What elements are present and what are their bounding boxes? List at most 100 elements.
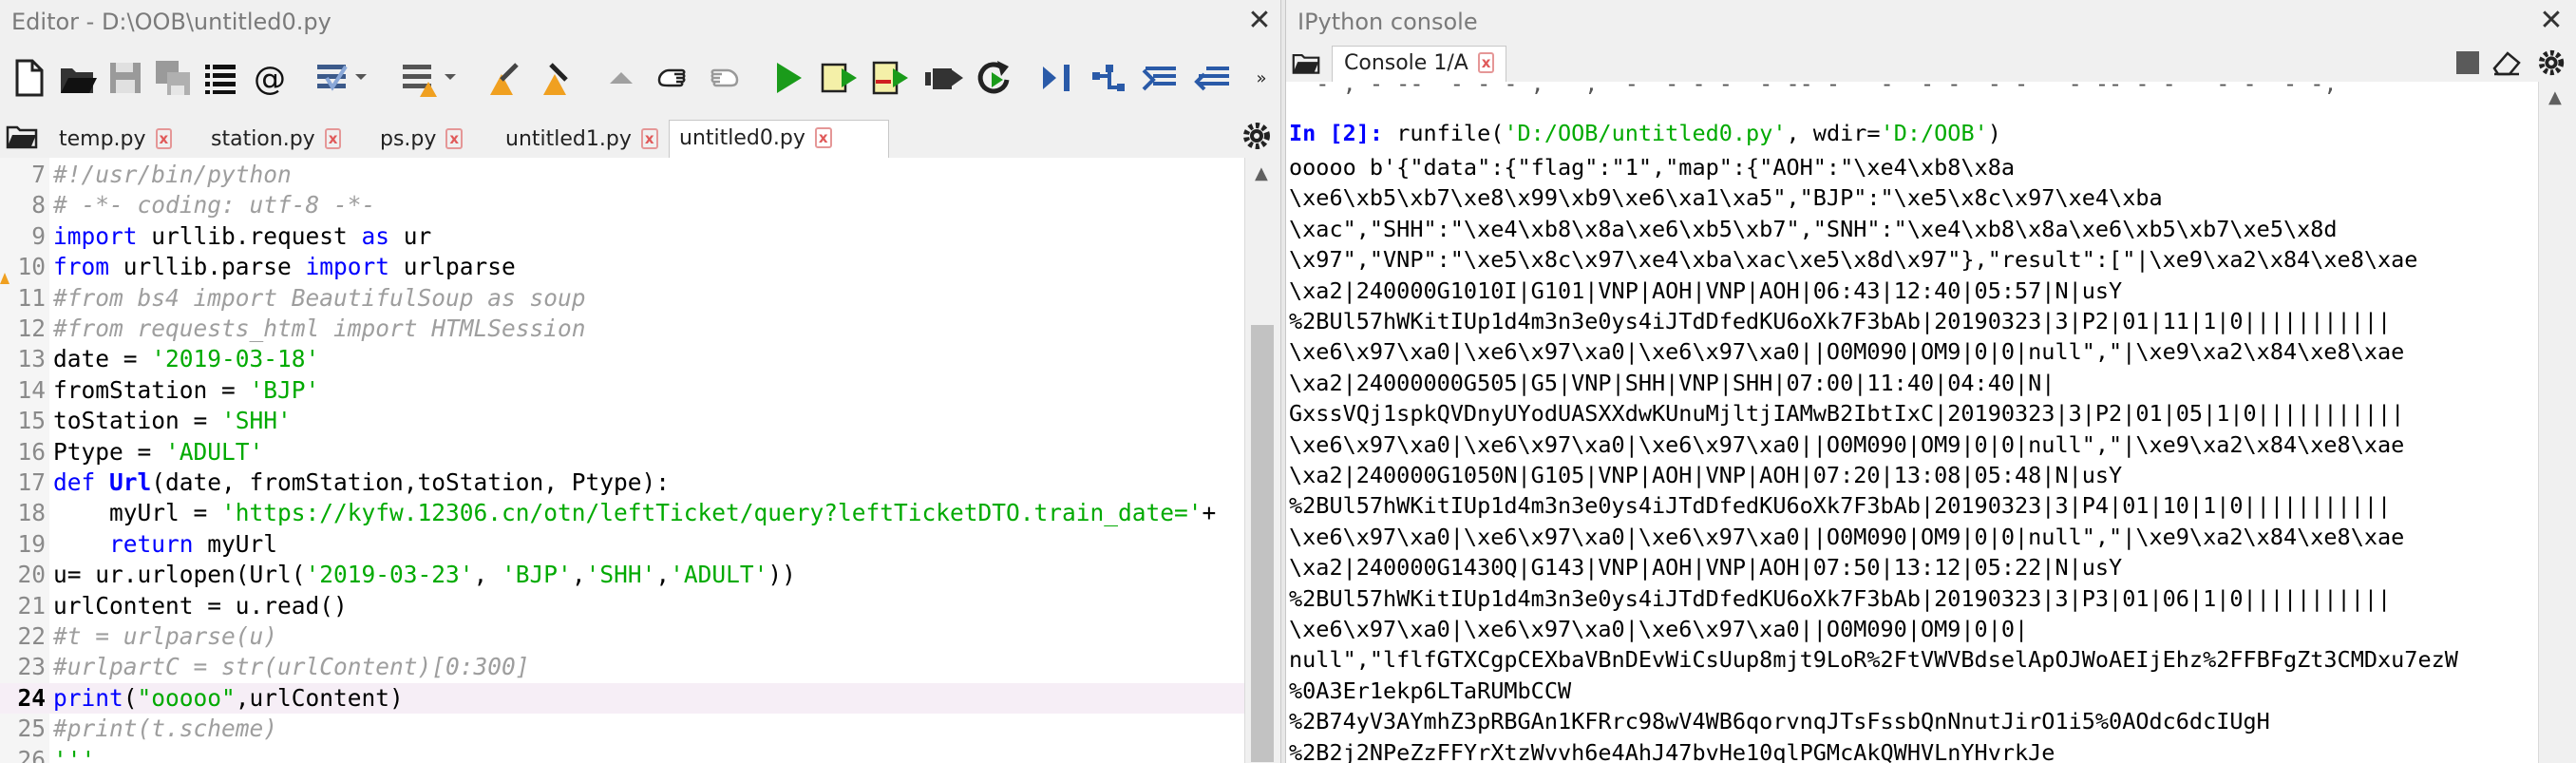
code-line[interactable]: 7 #!/usr/bin/python <box>0 160 1244 190</box>
code-token: #from requests_html import HTMLSession <box>53 315 586 342</box>
code-line[interactable]: 26 ''' <box>0 745 1244 763</box>
tab-temp[interactable]: temp.py x <box>49 122 181 158</box>
code-token: )) <box>767 561 796 589</box>
debug-down-icon[interactable] <box>1193 57 1235 99</box>
gear-icon[interactable] <box>1241 120 1273 152</box>
scroll-up-icon[interactable]: ▲ <box>2548 87 2562 107</box>
code-text: fromStation = 'BJP' <box>53 375 319 406</box>
code-token: date = <box>53 345 152 373</box>
code-line[interactable]: 14 fromStation = 'BJP' <box>0 375 1244 406</box>
warning-next-icon[interactable] <box>538 57 579 99</box>
code-token: import <box>53 221 138 250</box>
save-icon[interactable] <box>104 57 146 99</box>
code-text: date = '2019-03-18' <box>53 344 319 374</box>
code-token: as <box>361 221 390 250</box>
line-number: 11 <box>17 283 46 312</box>
todo-icon[interactable] <box>313 57 370 99</box>
tab-untitled0[interactable]: untitled0.py x <box>669 120 889 159</box>
code-line[interactable]: 16 Ptype = 'ADULT' <box>0 437 1244 467</box>
open-folder-icon[interactable] <box>57 57 99 99</box>
tab-close-icon[interactable]: x <box>324 128 342 149</box>
code-text: #t = urlparse(u) <box>53 621 277 652</box>
more-icon[interactable]: » <box>1250 57 1273 99</box>
code-line[interactable]: 8 # -*- coding: utf-8 -*- <box>0 190 1244 220</box>
code-line[interactable]: 17 def Url(date, fromStation,toStation, P… <box>0 467 1244 498</box>
line-number: 13 <box>17 345 46 373</box>
code-line[interactable]: 21 urlContent = u.read() <box>0 591 1244 621</box>
line-number: 16 <box>17 437 46 466</box>
input-prompt-line: In [2]: runfile('D:/OOB/untitled0.py', w… <box>1289 118 2001 148</box>
new-file-icon[interactable] <box>8 57 49 99</box>
code-text: #urlpartC = str(urlContent)[0:300] <box>53 652 530 682</box>
editor-scrollbar[interactable]: ▲ <box>1244 158 1280 763</box>
browse-tabs-icon[interactable] <box>6 122 38 150</box>
tab-label: temp.py <box>59 127 146 151</box>
code-line[interactable]: 18 myUrl = 'https://kyfw.12306.cn/otn/le… <box>0 498 1244 528</box>
at-sign-icon[interactable]: @ <box>249 57 291 99</box>
list-icon[interactable] <box>199 57 241 99</box>
code-line[interactable]: 22 #t = urlparse(u) <box>0 621 1244 652</box>
code-token: #from bs4 import BeautifulSoup as soup <box>53 283 586 312</box>
tab-untitled1[interactable]: untitled1.py x <box>496 122 668 158</box>
debug-step-icon[interactable] <box>1037 57 1079 99</box>
prev-cursor-icon[interactable] <box>600 57 642 99</box>
run-selection-icon[interactable] <box>923 57 965 99</box>
code-text: u= ur.urlopen(Url('2019-03-23', 'BJP','S… <box>53 560 796 590</box>
save-all-icon[interactable] <box>152 57 194 99</box>
scroll-up-icon[interactable]: ▲ <box>1255 163 1268 183</box>
code-line[interactable]: 11 #from bs4 import BeautifulSoup as soup <box>0 283 1244 314</box>
code-token: #print(t.scheme) <box>53 715 278 743</box>
tab-station[interactable]: station.py x <box>201 122 350 158</box>
code-token: ur <box>389 221 432 250</box>
run-cell-advance-icon[interactable] <box>870 57 912 99</box>
code-line[interactable]: 10 from urllib.parse import urlparse <box>0 252 1244 285</box>
code-editor[interactable]: 7 #!/usr/bin/python 8 # -*- coding: utf-8 -… <box>0 158 1244 763</box>
code-token: myUrl = <box>53 499 222 527</box>
code-text: toStation = 'SHH' <box>53 406 292 436</box>
code-text: return myUrl <box>53 529 277 560</box>
back-hand-icon[interactable] <box>652 57 693 99</box>
debug-up-icon[interactable] <box>1140 57 1182 99</box>
tab-close-icon[interactable]: x <box>155 128 173 149</box>
console-output[interactable]: - , - -- - - - , , - - - - - -- - - - - … <box>1286 82 2538 763</box>
warning-prev-icon[interactable] <box>484 57 526 99</box>
run-cell-icon[interactable] <box>819 57 861 99</box>
tab-close-icon[interactable]: x <box>445 128 464 149</box>
code-token: #!/usr/bin/python <box>53 161 292 188</box>
forward-hand-icon[interactable] <box>703 57 745 99</box>
console-output-line: %2B74yV3AYmhZ3pRBGAn1KFRrc98wV4WB6qorvnq… <box>1289 708 2270 735</box>
code-line[interactable]: 25 #print(t.scheme) <box>0 714 1244 744</box>
code-line[interactable]: 23 #urlpartC = str(urlContent)[0:300] <box>0 652 1244 682</box>
editor-scrollbar-thumb[interactable] <box>1251 325 1274 762</box>
code-line[interactable]: 13 date = '2019-03-18' <box>0 344 1244 374</box>
rerun-icon[interactable] <box>975 57 1016 99</box>
tab-close-icon[interactable]: x <box>814 127 832 148</box>
code-line[interactable]: 19 return myUrl <box>0 529 1244 560</box>
code-token: 'BJP' <box>249 375 320 404</box>
code-line[interactable]: 9 import urllib.request as ur <box>0 221 1244 252</box>
tab-console-1[interactable]: Console 1/A x <box>1332 46 1507 83</box>
tab-ps[interactable]: ps.py x <box>370 122 472 158</box>
debug-icon[interactable] <box>1089 57 1130 99</box>
console-close-button[interactable]: ✕ <box>2536 6 2567 36</box>
code-line[interactable]: 15 toStation = 'SHH' <box>0 406 1244 436</box>
code-line[interactable]: 12 #from requests_html import HTMLSession <box>0 314 1244 344</box>
code-token: , <box>655 561 671 589</box>
input-prompt: In [2]: <box>1289 120 1384 146</box>
code-token: , <box>571 561 586 589</box>
tab-close-icon[interactable]: x <box>640 128 658 149</box>
run-icon[interactable] <box>767 57 809 99</box>
browse-consoles-icon[interactable] <box>1292 49 1320 76</box>
console-gear-icon[interactable] <box>2536 48 2568 80</box>
editor-close-button[interactable]: ✕ <box>1244 6 1275 36</box>
code-line[interactable]: 24 print("ooooo",urlContent) <box>0 682 1244 714</box>
tab-close-icon[interactable]: x <box>1477 52 1495 73</box>
console-pane: IPython console ✕ Console 1/A x - , - -- … <box>1286 0 2576 763</box>
console-scrollbar[interactable]: ▲ <box>2538 82 2576 763</box>
eraser-icon[interactable] <box>2491 49 2523 76</box>
warning-marker-icon[interactable] <box>0 261 9 285</box>
code-line[interactable]: 20 u= ur.urlopen(Url('2019-03-23', 'BJP',… <box>0 560 1244 590</box>
stop-icon[interactable] <box>2456 51 2479 74</box>
warning-list-icon[interactable] <box>399 57 458 99</box>
